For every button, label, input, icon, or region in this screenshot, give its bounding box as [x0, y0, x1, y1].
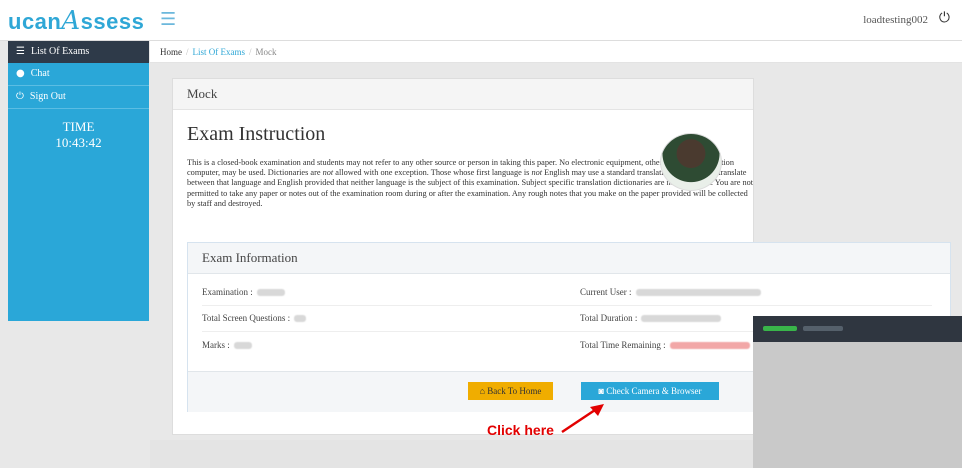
breadcrumb-list-of-exams[interactable]: List Of Exams — [193, 47, 246, 57]
app-logo[interactable]: ucanAssess — [8, 6, 144, 36]
sidebar-item-sign-out[interactable]: ⏻ Sign Out — [8, 86, 149, 109]
marks-value-redacted — [233, 342, 252, 350]
time-label: TIME — [62, 119, 95, 134]
breadcrumb-separator: / — [186, 47, 189, 57]
breadcrumb: Home / List Of Exams / Mock — [150, 41, 962, 63]
breadcrumb-current: Mock — [255, 47, 277, 57]
marks-row: Marks : — [202, 340, 252, 350]
time-value: 10:43:42 — [55, 135, 102, 150]
current-user-value-redacted — [635, 289, 761, 297]
time-remaining-label: Total Time Remaining : — [580, 340, 666, 350]
camera-preview-overlay — [753, 316, 962, 468]
breadcrumb-home[interactable]: Home — [160, 47, 182, 57]
camera-status-track — [803, 326, 843, 331]
camera-icon: ◙ — [598, 386, 604, 396]
marks-label: Marks : — [202, 340, 230, 350]
user-avatar — [660, 133, 722, 191]
exam-card: Mock Exam Instruction This is a closed-b… — [172, 78, 951, 435]
logo-a: A — [61, 6, 81, 36]
home-icon: ⌂ — [479, 386, 485, 396]
logo-prefix: ucan — [8, 9, 62, 34]
sidebar-item-chat[interactable]: ● Chat — [8, 63, 149, 86]
page-title: Exam Instruction — [187, 123, 326, 145]
total-duration-value-redacted — [641, 315, 722, 323]
username: loadtesting002 — [863, 14, 928, 26]
breadcrumb-separator: / — [249, 47, 252, 57]
time-remaining-value-redacted — [669, 342, 750, 350]
check-camera-browser-button[interactable]: ◙ Check Camera & Browser — [581, 382, 719, 400]
time-remaining-row: Total Time Remaining : — [580, 340, 750, 350]
logo-suffix: ssess — [80, 9, 145, 34]
instruction-emphasis: not — [322, 168, 334, 178]
examination-row: Examination : — [202, 287, 285, 297]
total-questions-value-redacted — [294, 315, 307, 323]
check-camera-label: Check Camera & Browser — [606, 386, 702, 396]
examination-value-redacted — [256, 289, 285, 297]
total-duration-label: Total Duration : — [580, 313, 638, 323]
exam-information-header: Exam Information — [188, 243, 950, 274]
current-user-row: Current User : — [580, 287, 761, 297]
total-duration-row: Total Duration : — [580, 313, 722, 323]
total-questions-label: Total Screen Questions : — [202, 313, 291, 323]
page-footer-strip — [150, 440, 753, 468]
instruction-emphasis: not — [531, 168, 543, 178]
top-bar: ucanAssess ☰ loadtesting002 ⏻ — [0, 0, 962, 41]
annotation-arrow-icon — [561, 404, 604, 434]
list-icon: ☰ — [16, 46, 25, 57]
divider — [202, 305, 932, 306]
power-icon: ⏻ — [16, 91, 24, 102]
camera-preview-toolbar — [753, 316, 962, 342]
instruction-part: allowed with one exception. Those whose … — [333, 168, 532, 178]
current-user-label: Current User : — [580, 287, 632, 297]
sidebar-item-list-of-exams[interactable]: ☰ List Of Exams — [8, 41, 149, 63]
click-here-annotation: Click here — [487, 422, 554, 438]
chat-icon: ● — [16, 68, 25, 79]
card-header: Mock — [173, 79, 753, 110]
total-questions-row: Total Screen Questions : — [202, 313, 307, 323]
sidebar-item-label: Sign Out — [29, 91, 66, 102]
sidebar: ☰ List Of Exams ● Chat ⏻ Sign Out TIME 1… — [8, 41, 149, 321]
back-to-home-label: Back To Home — [487, 386, 542, 396]
sidebar-item-label: List Of Exams — [30, 46, 90, 57]
camera-status-indicator — [763, 326, 797, 331]
sidebar-item-label: Chat — [30, 68, 50, 79]
menu-toggle-icon[interactable]: ☰ — [160, 9, 176, 30]
back-to-home-button[interactable]: ⌂ Back To Home — [468, 382, 553, 400]
power-icon[interactable]: ⏻ — [939, 10, 950, 26]
examination-label: Examination : — [202, 287, 253, 297]
